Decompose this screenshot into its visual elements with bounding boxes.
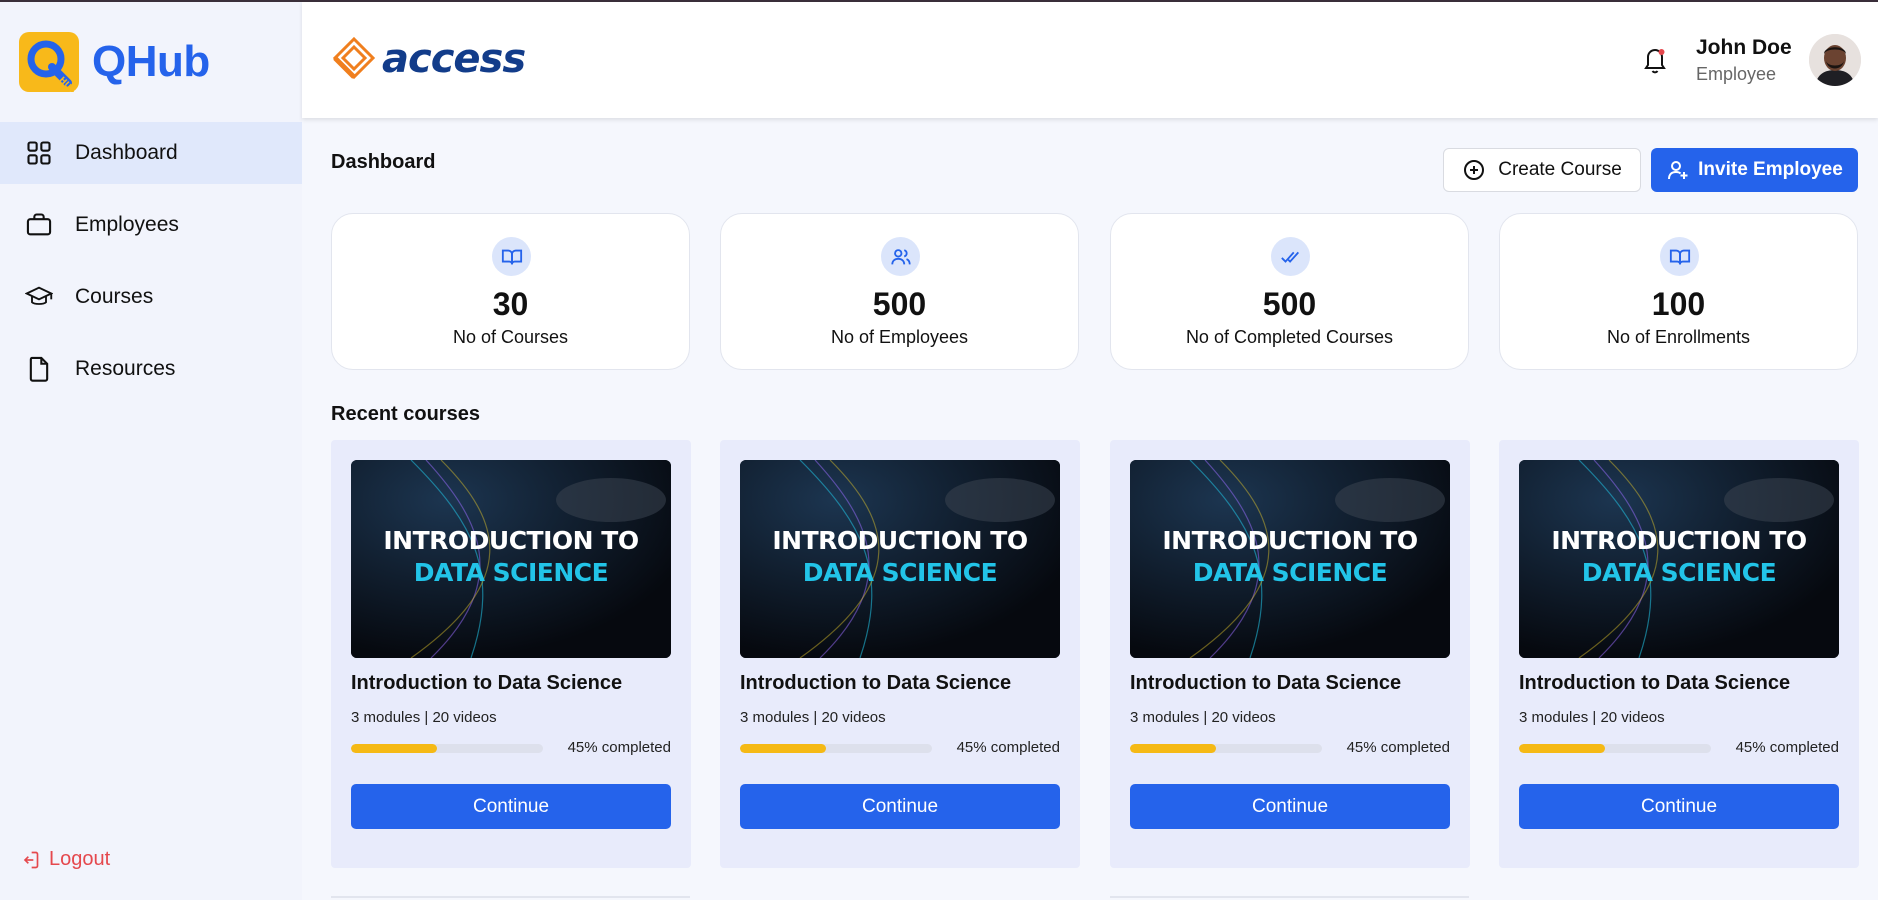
sidebar-item-label: Courses <box>75 285 154 308</box>
course-meta: 3 modules | 20 videos <box>740 709 886 726</box>
stat-card-courses: 30 No of Courses <box>331 213 690 370</box>
sidebar-item-label: Dashboard <box>75 141 178 164</box>
graduation-cap-icon <box>25 286 53 305</box>
company-name: access <box>382 36 526 82</box>
progress-text: 45% completed <box>567 739 671 756</box>
continue-button[interactable]: Continue <box>351 784 671 829</box>
progress-text: 45% completed <box>1346 739 1450 756</box>
thumbnail-title-line2: DATA SCIENCE <box>1192 558 1388 587</box>
course-thumbnail[interactable]: INTRODUCTION TO DATA SCIENCE <box>351 460 671 658</box>
course-thumbnail[interactable]: INTRODUCTION TO DATA SCIENCE <box>1130 460 1450 658</box>
stat-value: 100 <box>1651 286 1706 322</box>
company-logo[interactable]: access <box>332 36 526 82</box>
progress-fill <box>1519 744 1606 753</box>
invite-employee-button[interactable]: Invite Employee <box>1651 148 1858 192</box>
briefcase-icon <box>26 213 52 236</box>
course-title: Introduction to Data Science <box>1519 672 1791 694</box>
sidebar-item-dashboard[interactable]: Dashboard <box>0 122 302 184</box>
logout-icon <box>23 851 39 868</box>
sidebar: HUB QHub Dashboard Employees Courses Res… <box>0 2 302 900</box>
course-card: INTRODUCTION TO DATA SCIENCE Introductio… <box>720 440 1080 868</box>
users-icon <box>881 237 920 276</box>
user-role: Employee <box>1696 64 1777 84</box>
course-title: Introduction to Data Science <box>1130 672 1402 694</box>
sidebar-item-resources[interactable]: Resources <box>0 338 302 400</box>
course-card: INTRODUCTION TO DATA SCIENCE Introductio… <box>1499 440 1859 868</box>
sidebar-item-label: Employees <box>75 213 179 236</box>
stat-card-employees: 500 No of Employees <box>720 213 1079 370</box>
plus-circle-icon <box>1464 160 1485 180</box>
stat-label: No of Enrollments <box>1606 327 1751 347</box>
avatar[interactable] <box>1809 34 1861 86</box>
continue-button[interactable]: Continue <box>1130 784 1450 829</box>
next-row-card-edge <box>1110 896 1469 900</box>
progress-bar <box>740 744 932 753</box>
sidebar-nav: Dashboard Employees Courses Resources <box>0 122 302 410</box>
progress-bar <box>351 744 543 753</box>
stat-value: 500 <box>872 286 927 322</box>
thumbnail-title-line1: INTRODUCTION TO <box>1551 526 1807 555</box>
thumbnail-title-line1: INTRODUCTION TO <box>772 526 1028 555</box>
recent-courses-title: Recent courses <box>331 403 480 425</box>
user-name: John Doe <box>1696 36 1792 59</box>
stat-card-enrollments: 100 No of Enrollments <box>1499 213 1858 370</box>
course-title: Introduction to Data Science <box>351 672 623 694</box>
sidebar-item-employees[interactable]: Employees <box>0 194 302 256</box>
notification-bell-button[interactable] <box>1640 44 1670 76</box>
book-open-icon <box>492 237 531 276</box>
course-meta: 3 modules | 20 videos <box>351 709 497 726</box>
qhub-logo-icon: HUB <box>19 32 79 95</box>
app-name: QHub <box>92 37 210 86</box>
svg-text:HUB: HUB <box>58 75 78 92</box>
course-card: INTRODUCTION TO DATA SCIENCE Introductio… <box>331 440 691 868</box>
progress-bar <box>1519 744 1711 753</box>
progress-bar <box>1130 744 1322 753</box>
top-header: access John Doe Employee <box>302 2 1878 118</box>
logout-button[interactable]: Logout <box>20 848 110 871</box>
course-meta: 3 modules | 20 videos <box>1519 709 1665 726</box>
brand[interactable]: HUB QHub <box>19 32 210 95</box>
next-row-card-edge <box>331 896 690 900</box>
course-thumbnail[interactable]: INTRODUCTION TO DATA SCIENCE <box>740 460 1060 658</box>
create-course-label: Create Course <box>1498 159 1622 180</box>
thumbnail-title-line1: INTRODUCTION TO <box>1162 526 1418 555</box>
dashboard-grid-icon <box>27 141 51 165</box>
sidebar-item-label: Resources <box>75 357 176 380</box>
logout-label: Logout <box>49 848 111 870</box>
stat-card-completed: 500 No of Completed Courses <box>1110 213 1469 370</box>
sidebar-item-courses[interactable]: Courses <box>0 266 302 328</box>
continue-button[interactable]: Continue <box>1519 784 1839 829</box>
progress-fill <box>740 744 827 753</box>
stat-label: No of Employees <box>830 327 969 347</box>
progress-fill <box>351 744 438 753</box>
bell-icon <box>1644 49 1666 74</box>
course-card: INTRODUCTION TO DATA SCIENCE Introductio… <box>1110 440 1470 868</box>
access-diamond-icon <box>332 36 376 80</box>
stat-label: No of Completed Courses <box>1185 327 1394 347</box>
stat-value: 500 <box>1262 286 1317 322</box>
page-title: Dashboard <box>331 151 436 173</box>
continue-button[interactable]: Continue <box>740 784 1060 829</box>
double-check-icon <box>1271 237 1310 276</box>
file-icon <box>29 356 49 382</box>
progress-text: 45% completed <box>956 739 1060 756</box>
thumbnail-title-line1: INTRODUCTION TO <box>383 526 639 555</box>
thumbnail-title-line2: DATA SCIENCE <box>802 558 998 587</box>
progress-fill <box>1130 744 1217 753</box>
stat-value: 30 <box>492 286 529 322</box>
course-thumbnail[interactable]: INTRODUCTION TO DATA SCIENCE <box>1519 460 1839 658</box>
course-meta: 3 modules | 20 videos <box>1130 709 1276 726</box>
thumbnail-title-line2: DATA SCIENCE <box>1581 558 1777 587</box>
progress-text: 45% completed <box>1735 739 1839 756</box>
thumbnail-title-line2: DATA SCIENCE <box>413 558 609 587</box>
stat-label: No of Courses <box>452 327 569 347</box>
user-plus-icon <box>1668 161 1688 180</box>
create-course-button[interactable]: Create Course <box>1443 148 1641 192</box>
course-title: Introduction to Data Science <box>740 672 1012 694</box>
invite-employee-label: Invite Employee <box>1698 159 1843 180</box>
book-open-icon <box>1660 237 1699 276</box>
